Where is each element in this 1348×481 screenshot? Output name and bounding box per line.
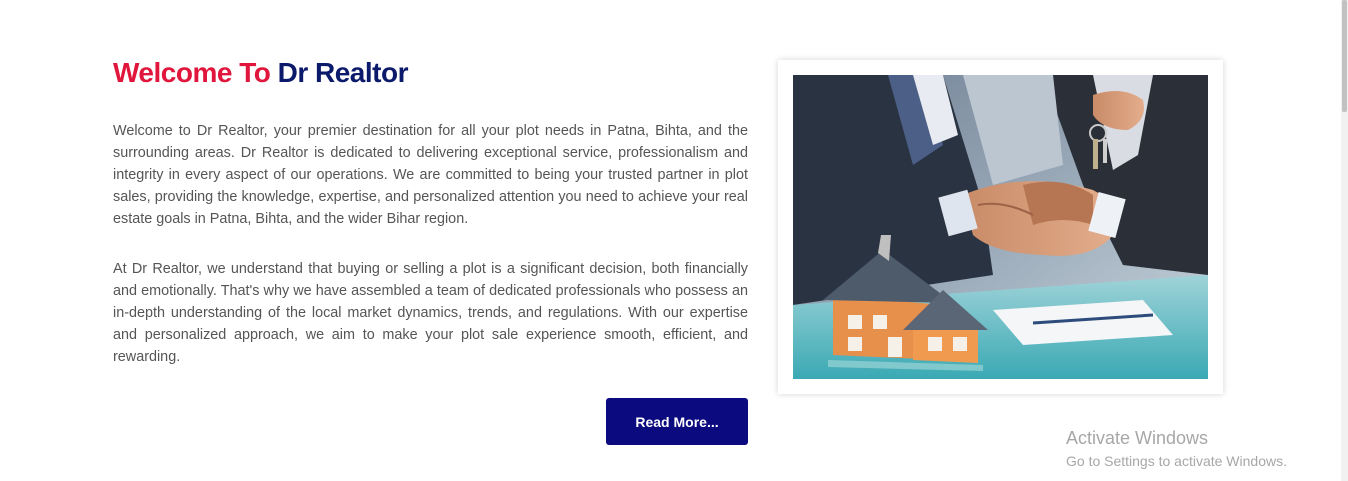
- activate-windows-title: Activate Windows: [1066, 428, 1209, 448]
- title-brand-text: Dr Realtor: [277, 57, 409, 88]
- intro-paragraph: Welcome to Dr Realtor, your premier dest…: [113, 123, 748, 227]
- activate-windows-subtitle: Go to Settings to activate Windows.: [1066, 453, 1287, 469]
- image-card: [778, 60, 1223, 394]
- page: Welcome To Dr Realtor Welcome to Dr Real…: [0, 0, 1348, 481]
- page-scrollbar-thumb[interactable]: [1342, 0, 1347, 112]
- read-more-button[interactable]: Read More...: [606, 398, 748, 445]
- title-welcome-text: Welcome To: [113, 57, 278, 88]
- page-title: Welcome To Dr Realtor: [113, 56, 408, 90]
- about-paragraph: At Dr Realtor, we understand that buying…: [113, 261, 748, 365]
- handshake-house-image: [793, 75, 1208, 379]
